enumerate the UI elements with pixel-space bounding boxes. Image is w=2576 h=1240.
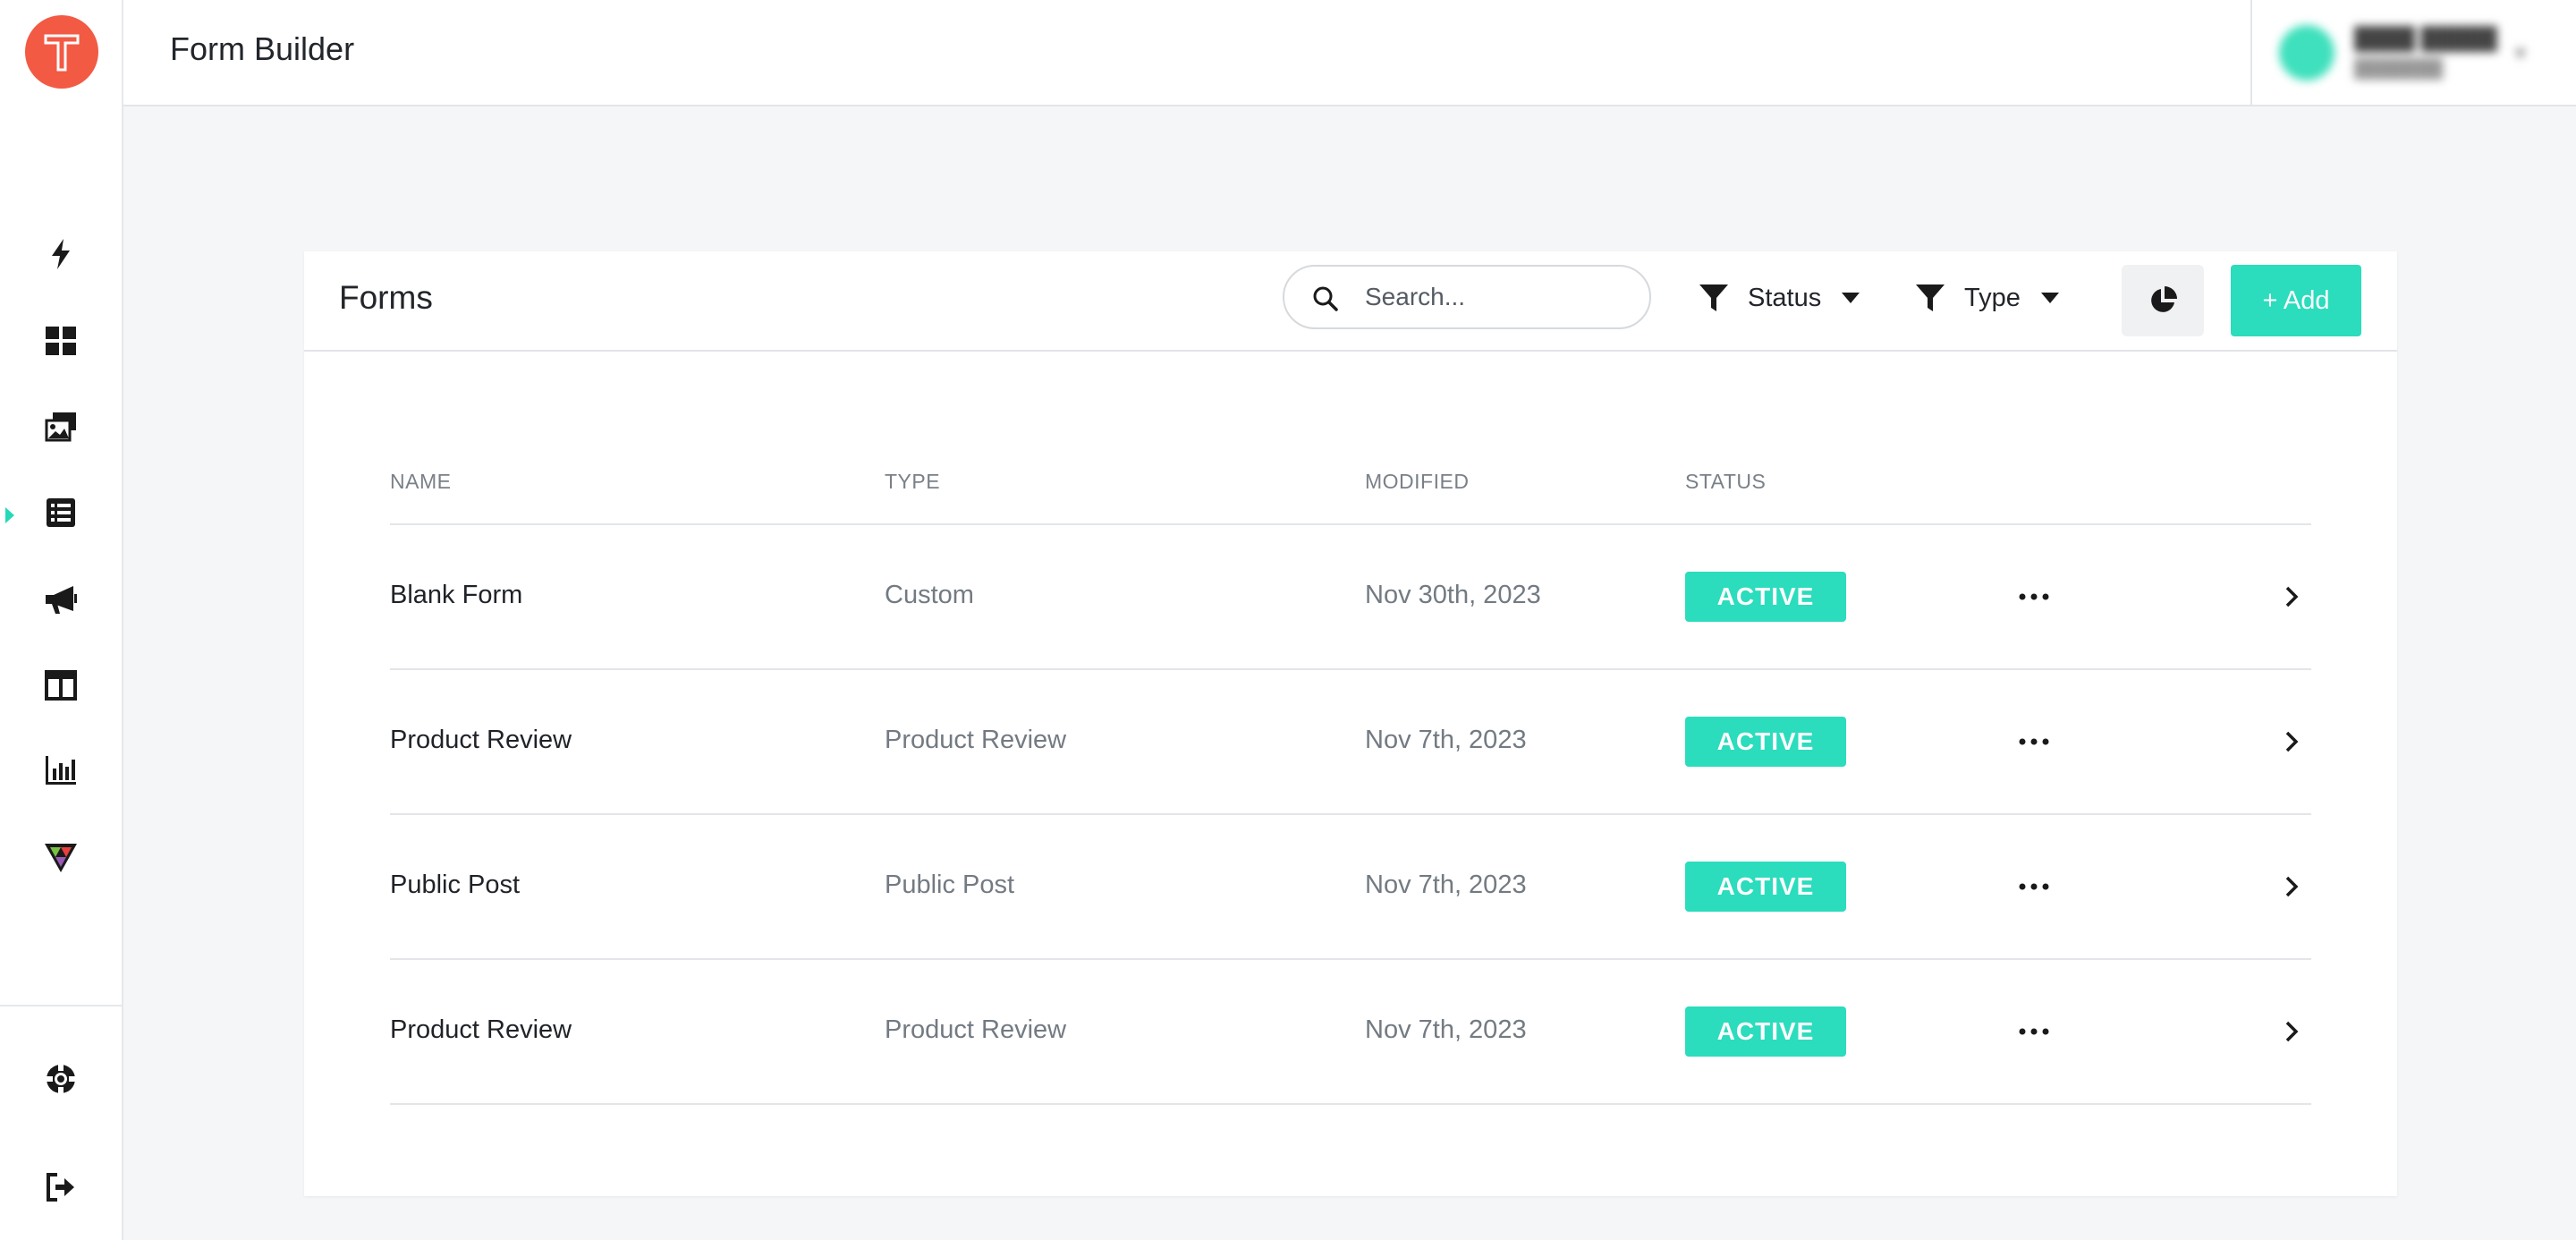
sidebar-item-forms[interactable] [0, 486, 122, 539]
more-options-button[interactable] [2009, 577, 2059, 616]
more-dots-icon [2019, 593, 2049, 600]
chevron-right-icon [2285, 586, 2299, 607]
open-form-button[interactable] [2274, 577, 2309, 616]
form-name[interactable]: Product Review [390, 1015, 572, 1045]
topbar-divider [2250, 0, 2252, 105]
forms-table: NAME TYPE MODIFIED STATUS Blank Form Cus… [390, 454, 2311, 1105]
sidebar-item-media[interactable] [0, 400, 122, 454]
status-filter-label: Status [1748, 283, 1822, 312]
card-title: Forms [339, 279, 433, 316]
lightning-icon [52, 239, 70, 269]
form-modified: Nov 7th, 2023 [1365, 871, 1527, 899]
form-name[interactable]: Blank Form [390, 581, 522, 610]
brand-v-icon [45, 844, 77, 872]
type-filter-label: Type [1964, 283, 2021, 312]
sidebar-item-help[interactable] [0, 1052, 122, 1106]
status-badge: ACTIVE [1685, 717, 1846, 767]
logout-icon [47, 1173, 74, 1202]
filter-funnel-icon [1699, 285, 1728, 311]
more-options-button[interactable] [2009, 867, 2059, 906]
table-row[interactable]: Product Review Product Review Nov 7th, 2… [390, 670, 2311, 815]
open-form-button[interactable] [2274, 867, 2309, 906]
chevron-right-icon [2285, 876, 2299, 897]
form-modified: Nov 7th, 2023 [1365, 726, 1527, 754]
sidebar-divider [0, 1005, 122, 1006]
caret-down-icon [1842, 293, 1860, 303]
type-filter[interactable]: Type [1914, 276, 2060, 319]
more-options-button[interactable] [2009, 722, 2059, 761]
more-dots-icon [2019, 738, 2049, 745]
search-input[interactable] [1365, 279, 1633, 315]
status-badge: ACTIVE [1685, 862, 1846, 912]
dashboard-grid-icon [46, 327, 76, 355]
column-header-modified: MODIFIED [1365, 470, 1470, 493]
status-badge: ACTIVE [1685, 1006, 1846, 1057]
more-dots-icon [2019, 1028, 2049, 1035]
search-box[interactable] [1283, 265, 1651, 329]
sidebar-item-logout[interactable] [0, 1160, 122, 1214]
sidebar-item-activity[interactable] [0, 227, 122, 281]
avatar [2279, 25, 2334, 81]
forms-list-icon [47, 498, 75, 527]
form-modified: Nov 30th, 2023 [1365, 581, 1541, 609]
table-row[interactable]: Blank Form Custom Nov 30th, 2023 ACTIVE [390, 525, 2311, 670]
more-options-button[interactable] [2009, 1012, 2059, 1051]
sidebar-item-layouts[interactable] [0, 658, 122, 712]
pie-chart-icon [2151, 286, 2177, 312]
top-bar: Form Builder ████ █████ ███████ ▾ [123, 0, 2576, 106]
chevron-down-icon: ▾ [2514, 40, 2526, 65]
form-modified: Nov 7th, 2023 [1365, 1015, 1527, 1044]
form-name[interactable]: Public Post [390, 871, 520, 900]
status-badge: ACTIVE [1685, 572, 1846, 622]
user-info-redacted: ████ █████ ███████ [2354, 26, 2497, 79]
form-type: Product Review [885, 726, 1067, 754]
filter-funnel-icon [1916, 285, 1945, 311]
megaphone-icon [46, 586, 77, 614]
column-header-status: STATUS [1685, 470, 1767, 493]
help-lifebuoy-icon [46, 1064, 76, 1094]
form-type: Public Post [885, 871, 1015, 899]
status-filter[interactable]: Status [1698, 276, 1860, 319]
open-form-button[interactable] [2274, 722, 2309, 761]
column-header-name: NAME [390, 470, 452, 493]
chevron-right-icon [2285, 731, 2299, 752]
user-menu[interactable]: ████ █████ ███████ ▾ [2279, 23, 2547, 82]
table-row[interactable]: Product Review Product Review Nov 7th, 2… [390, 960, 2311, 1105]
more-dots-icon [2019, 883, 2049, 890]
page-title: Form Builder [170, 30, 355, 67]
app-logo[interactable] [25, 15, 98, 89]
open-form-button[interactable] [2274, 1012, 2309, 1051]
logo-t-icon [44, 34, 80, 72]
bar-chart-icon [46, 756, 76, 785]
sidebar-item-brand[interactable] [0, 830, 122, 884]
add-form-button[interactable]: + Add [2231, 265, 2361, 336]
stats-button[interactable] [2122, 265, 2204, 336]
form-type: Custom [885, 581, 974, 609]
search-icon [1313, 286, 1338, 311]
media-gallery-icon [45, 412, 76, 442]
column-header-type: TYPE [885, 470, 941, 493]
forms-card: Forms Status Type [304, 251, 2397, 1196]
table-row[interactable]: Public Post Public Post Nov 7th, 2023 AC… [390, 815, 2311, 960]
sidebar [0, 0, 123, 1240]
card-header: Forms Status Type [304, 251, 2397, 352]
sidebar-item-campaigns[interactable] [0, 573, 122, 626]
sidebar-item-dashboard[interactable] [0, 314, 122, 368]
sidebar-item-analytics[interactable] [0, 743, 122, 797]
layout-columns-icon [45, 670, 77, 701]
chevron-right-icon [2285, 1021, 2299, 1042]
form-type: Product Review [885, 1015, 1067, 1044]
caret-down-icon [2040, 293, 2059, 303]
table-header: NAME TYPE MODIFIED STATUS [390, 454, 2311, 525]
form-name[interactable]: Product Review [390, 726, 572, 755]
